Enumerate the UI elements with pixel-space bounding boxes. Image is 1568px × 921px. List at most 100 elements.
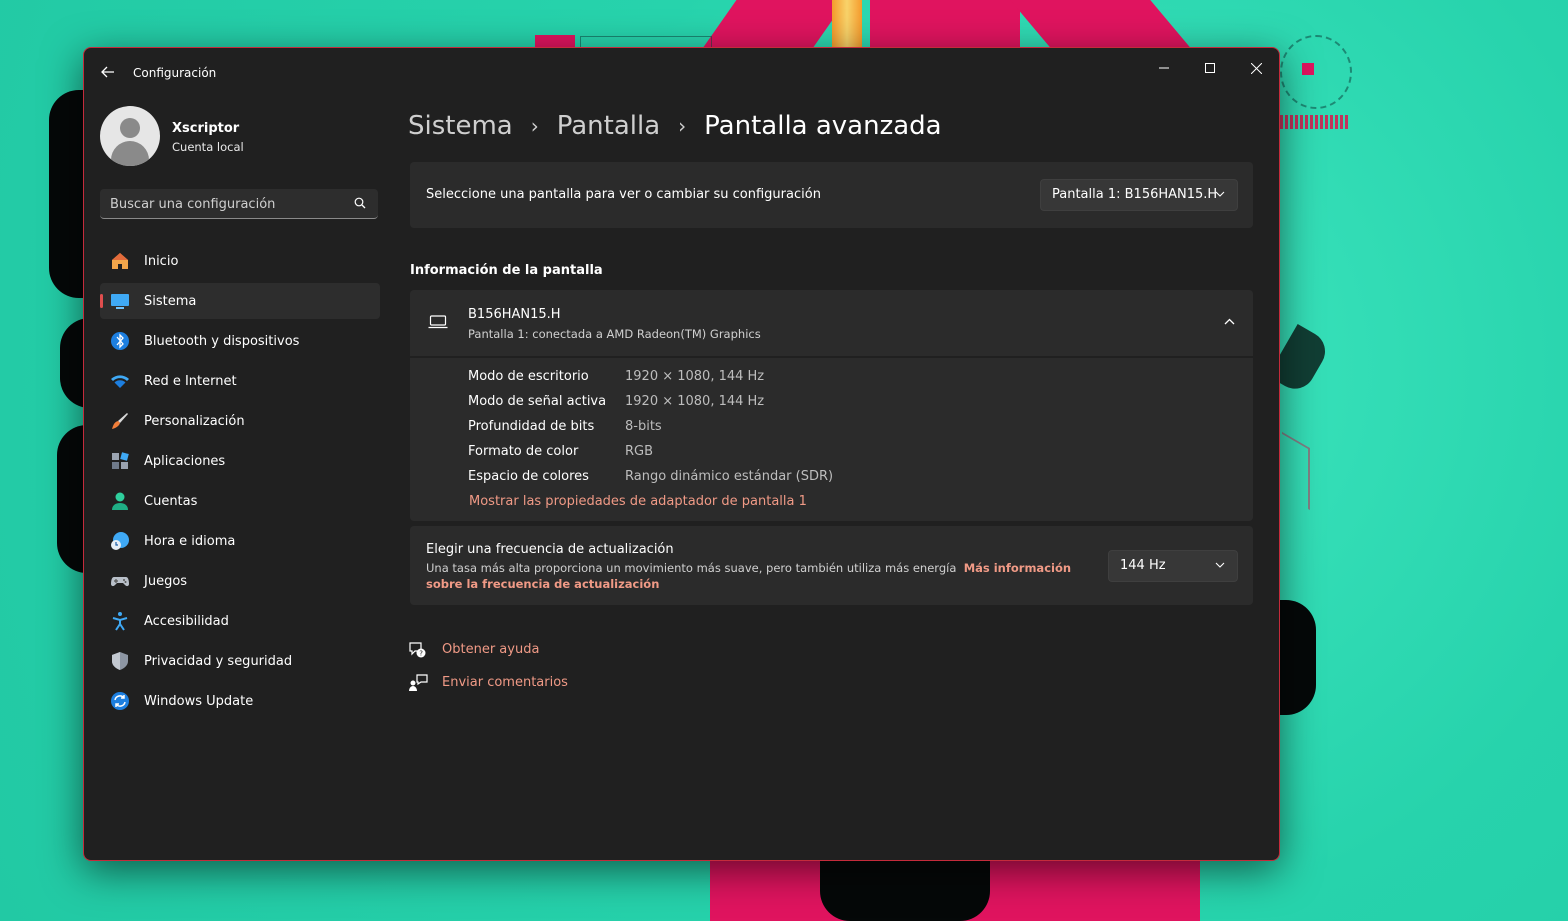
arrow-left-icon <box>101 66 114 78</box>
wallpaper-shape <box>832 0 862 47</box>
refresh-rate-description: Una tasa más alta proporciona un movimie… <box>426 560 1076 592</box>
apps-icon <box>112 452 129 469</box>
laptop-icon <box>428 315 448 329</box>
get-help-label: Obtener ayuda <box>442 642 540 657</box>
refresh-rate-card: Elegir una frecuencia de actualización U… <box>410 526 1253 605</box>
maximize-icon <box>1205 63 1215 73</box>
sidebar-item-label: Bluetooth y dispositivos <box>144 333 300 349</box>
accessibility-icon <box>112 612 128 631</box>
refresh-rate-title: Elegir una frecuencia de actualización <box>426 542 674 557</box>
sidebar-item-sistema[interactable]: Sistema <box>100 283 380 319</box>
chevron-right-icon: › <box>678 114 687 138</box>
info-value: RGB <box>625 444 654 459</box>
back-button[interactable] <box>94 62 122 84</box>
search-icon <box>354 197 366 209</box>
info-key: Modo de escritorio <box>468 369 589 384</box>
info-key: Formato de color <box>468 444 579 459</box>
sidebar-item-privacidad[interactable]: Privacidad y seguridad <box>100 643 380 679</box>
wallpaper-shape <box>1282 431 1310 511</box>
section-title: Información de la pantalla <box>410 263 603 278</box>
sidebar-item-label: Windows Update <box>144 693 254 709</box>
sidebar-item-juegos[interactable]: Juegos <box>100 563 380 599</box>
sidebar-item-cuentas[interactable]: Cuentas <box>100 483 380 519</box>
adapter-properties-link[interactable]: Mostrar las propiedades de adaptador de … <box>469 494 807 509</box>
refresh-rate-description-text: Una tasa más alta proporciona un movimie… <box>426 561 957 575</box>
sidebar-item-label: Personalización <box>144 413 245 429</box>
display-select-label: Seleccione una pantalla para ver o cambi… <box>426 187 821 202</box>
info-value: Rango dinámico estándar (SDR) <box>625 469 834 484</box>
sidebar-item-hora[interactable]: Hora e idioma <box>100 523 380 559</box>
update-icon <box>111 692 129 710</box>
settings-window: Configuración Xscriptor Cuenta local Ini… <box>83 47 1280 861</box>
wallpaper-shape <box>535 35 575 47</box>
help-icon: ? <box>409 642 426 658</box>
app-title: Configuración <box>133 66 217 80</box>
gamepad-icon <box>111 577 129 587</box>
breadcrumb-sistema[interactable]: Sistema <box>408 111 513 141</box>
sidebar-item-label: Juegos <box>144 573 188 589</box>
info-value: 1920 × 1080, 144 Hz <box>625 394 765 409</box>
display-subtitle: Pantalla 1: conectada a AMD Radeon(TM) G… <box>468 327 761 341</box>
avatar <box>100 106 160 166</box>
shield-icon <box>112 652 128 670</box>
sidebar-nav: Inicio Sistema Bluetooth y dispositivos … <box>100 243 380 723</box>
sidebar-item-label: Hora e idioma <box>144 533 236 549</box>
wallpaper-shape <box>870 0 1020 47</box>
user-name: Xscriptor <box>172 121 240 136</box>
display-dropdown[interactable]: Pantalla 1: B156HAN15.H <box>1040 179 1238 211</box>
close-button[interactable] <box>1233 52 1279 84</box>
wallpaper-shape <box>1280 35 1352 109</box>
sidebar-item-label: Aplicaciones <box>144 453 226 469</box>
info-value: 1920 × 1080, 144 Hz <box>625 369 765 384</box>
display-info-header[interactable]: B156HAN15.H Pantalla 1: conectada a AMD … <box>410 290 1253 356</box>
sidebar-item-label: Sistema <box>144 293 197 309</box>
svg-text:?: ? <box>419 650 423 658</box>
refresh-rate-dropdown[interactable]: 144 Hz <box>1108 550 1238 582</box>
sidebar-item-label: Inicio <box>144 253 179 269</box>
maximize-button[interactable] <box>1187 52 1233 84</box>
send-feedback-label: Enviar comentarios <box>442 675 568 690</box>
info-key: Espacio de colores <box>468 469 589 484</box>
minimize-button[interactable] <box>1141 52 1187 84</box>
display-info-details: Modo de escritorio 1920 × 1080, 144 Hz M… <box>410 358 1253 521</box>
account-type: Cuenta local <box>172 140 244 154</box>
sidebar-item-label: Accesibilidad <box>144 613 229 629</box>
sidebar-item-red[interactable]: Red e Internet <box>100 363 380 399</box>
sidebar-item-label: Cuentas <box>144 493 198 509</box>
sidebar-item-windows-update[interactable]: Windows Update <box>100 683 380 719</box>
display-dropdown-value: Pantalla 1: B156HAN15.H <box>1052 187 1218 202</box>
wifi-icon <box>111 375 129 388</box>
page-title: Pantalla avanzada <box>704 111 942 141</box>
wallpaper-shape <box>703 0 847 47</box>
info-key: Modo de señal activa <box>468 394 607 409</box>
chevron-down-icon <box>1215 191 1225 197</box>
home-icon <box>112 253 128 269</box>
sidebar-item-personalizacion[interactable]: Personalización <box>100 403 380 439</box>
chevron-up-icon[interactable] <box>1224 318 1235 325</box>
display-select-card: Seleccione una pantalla para ver o cambi… <box>410 162 1253 228</box>
wallpaper-shape <box>1280 600 1316 715</box>
wallpaper-decoration <box>1280 115 1350 129</box>
close-icon <box>1250 62 1262 74</box>
sidebar-item-aplicaciones[interactable]: Aplicaciones <box>100 443 380 479</box>
sidebar-item-accesibilidad[interactable]: Accesibilidad <box>100 603 380 639</box>
breadcrumb-pantalla[interactable]: Pantalla <box>557 111 660 141</box>
search-box[interactable] <box>100 189 378 219</box>
sidebar-item-label: Red e Internet <box>144 373 237 389</box>
bluetooth-icon <box>111 332 129 350</box>
sidebar-item-label: Privacidad y seguridad <box>144 653 293 669</box>
wallpaper-shape <box>1302 63 1314 75</box>
sidebar-item-bluetooth[interactable]: Bluetooth y dispositivos <box>100 323 380 359</box>
minimize-icon <box>1159 67 1169 69</box>
display-name: B156HAN15.H <box>468 307 561 322</box>
brush-icon <box>112 413 128 429</box>
chevron-down-icon <box>1215 562 1225 568</box>
monitor-icon <box>111 294 129 309</box>
wallpaper-shape <box>1010 0 1190 47</box>
search-input[interactable] <box>100 189 352 219</box>
refresh-rate-value: 144 Hz <box>1120 558 1166 573</box>
wallpaper-shape <box>820 860 990 921</box>
breadcrumb: Sistema › Pantalla › Pantalla avanzada <box>408 106 942 146</box>
sidebar-item-inicio[interactable]: Inicio <box>100 243 380 279</box>
info-key: Profundidad de bits <box>468 419 595 434</box>
